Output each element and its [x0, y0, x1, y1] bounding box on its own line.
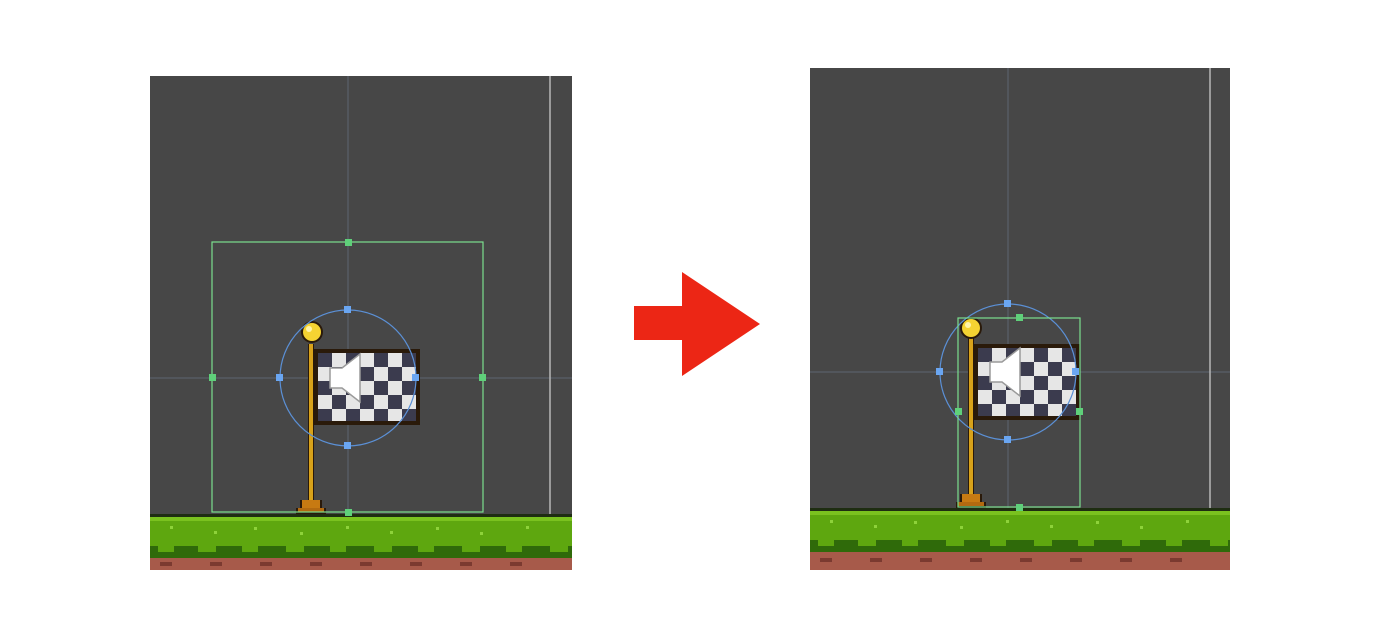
scene-before-canvas: [150, 76, 572, 570]
scene-view-after: [810, 68, 1230, 570]
right-arrow-icon: [634, 272, 760, 376]
grass-ground: [150, 514, 572, 570]
scene-after-canvas: [810, 68, 1230, 570]
grass-ground: [810, 508, 1230, 570]
scene-view-before: [150, 76, 572, 570]
scene-background: [150, 76, 572, 570]
comparison-stage: [0, 0, 1400, 638]
